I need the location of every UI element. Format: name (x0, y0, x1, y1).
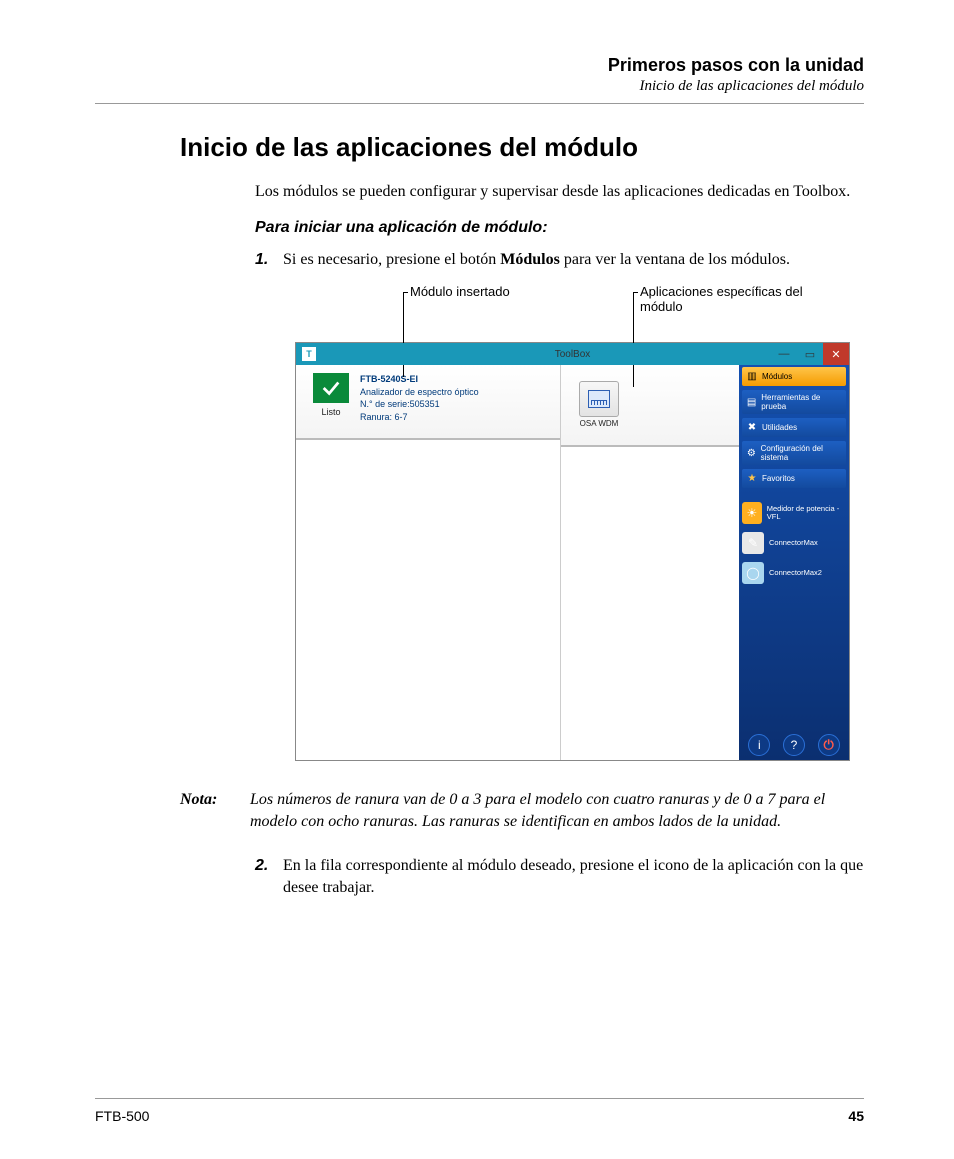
step-2: 2. En la fila correspondiente al módulo … (255, 855, 864, 898)
note-label: Nota: (180, 789, 250, 833)
callout-inserted-module: Módulo insertado (410, 284, 510, 299)
sidebar-app-label: ConnectorMax2 (769, 569, 822, 577)
footer-divider (95, 1098, 864, 1099)
status-ready-icon (313, 373, 349, 403)
test-tools-icon: ▤ (746, 396, 757, 408)
sidebar-item-label: Favoritos (762, 474, 795, 483)
module-description: Analizador de espectro óptico (360, 386, 479, 399)
sidebar-item-label: Configuración del sistema (761, 444, 842, 462)
status-label: Listo (306, 407, 356, 417)
app-tile-osa-wdm[interactable]: OSA WDM (571, 381, 627, 428)
module-slot: Ranura: 6-7 (360, 411, 479, 424)
note-text: Los números de ranura van de 0 a 3 para … (250, 789, 864, 833)
footer-model: FTB-500 (95, 1108, 149, 1124)
app-row: OSA WDM (561, 365, 739, 447)
callout-line (633, 292, 634, 387)
header-divider (95, 103, 864, 104)
step-text: En la fila correspondiente al módulo des… (283, 855, 864, 898)
sidebar-app-connectormax[interactable]: ✎ ConnectorMax (742, 531, 846, 555)
sidebar-item-test-tools[interactable]: ▤ Herramientas de prueba (742, 390, 846, 414)
toolbox-screenshot: T ToolBox — ▭ ✕ Listo (295, 342, 850, 761)
info-button[interactable]: i (748, 734, 770, 756)
note-block: Nota: Los números de ranura van de 0 a 3… (180, 789, 864, 833)
sidebar-item-system-config[interactable]: ⚙ Configuración del sistema (742, 441, 846, 465)
module-list-column: Listo FTB-5240S-EI Analizador de espectr… (296, 365, 561, 760)
power-meter-icon: ☀ (742, 502, 762, 524)
intro-paragraph: Los módulos se pueden configurar y super… (255, 181, 864, 203)
star-icon: ★ (746, 473, 758, 485)
window-title: ToolBox (296, 349, 849, 360)
module-apps-column: OSA WDM (561, 365, 739, 760)
modules-icon: ▥ (746, 371, 758, 383)
help-button[interactable]: ? (783, 734, 805, 756)
gear-icon: ⚙ (746, 447, 757, 459)
app-icon (579, 381, 619, 417)
power-button[interactable]: ⏻ (818, 734, 840, 756)
wrench-icon: ✖ (746, 422, 758, 434)
procedure-heading: Para iniciar una aplicación de módulo: (255, 219, 864, 237)
window-titlebar: T ToolBox — ▭ ✕ (296, 343, 849, 365)
sidebar: ▥ Módulos ▤ Herramientas de prueba ✖ Uti… (739, 365, 849, 760)
module-serial: N.° de serie:505351 (360, 398, 479, 411)
chapter-title: Primeros pasos con la unidad (95, 55, 864, 76)
sidebar-app-power-meter[interactable]: ☀ Medidor de potencia - VFL (742, 501, 846, 525)
sidebar-item-modulos[interactable]: ▥ Módulos (742, 367, 846, 386)
connector-icon: ✎ (742, 532, 764, 554)
sidebar-item-label: Herramientas de prueba (761, 393, 842, 411)
step-text: Si es necesario, presione el botón Módul… (283, 249, 864, 271)
module-name: FTB-5240S-EI (360, 373, 479, 386)
module-info: FTB-5240S-EI Analizador de espectro ópti… (356, 373, 479, 423)
module-row[interactable]: Listo FTB-5240S-EI Analizador de espectr… (296, 365, 560, 439)
sidebar-app-connectormax2[interactable]: ◯ ConnectorMax2 (742, 561, 846, 585)
step-number: 1. (255, 249, 283, 271)
sidebar-item-utilities[interactable]: ✖ Utilidades (742, 418, 846, 437)
app-label: OSA WDM (571, 419, 627, 428)
step-number: 2. (255, 855, 283, 898)
callout-module-apps: Aplicaciones específicas del módulo (640, 284, 820, 314)
sidebar-item-favorites[interactable]: ★ Favoritos (742, 469, 846, 488)
sidebar-app-label: Medidor de potencia - VFL (767, 505, 846, 522)
figure-callouts: Módulo insertado Aplicaciones específica… (295, 284, 864, 342)
connector2-icon: ◯ (742, 562, 764, 584)
sidebar-app-label: ConnectorMax (769, 539, 818, 547)
section-heading: Inicio de las aplicaciones del módulo (180, 132, 864, 163)
sidebar-item-label: Utilidades (762, 423, 797, 432)
page-number: 45 (848, 1108, 864, 1124)
section-breadcrumb: Inicio de las aplicaciones del módulo (95, 78, 864, 95)
sidebar-item-label: Módulos (762, 372, 792, 381)
step-1: 1. Si es necesario, presione el botón Mó… (255, 249, 864, 271)
